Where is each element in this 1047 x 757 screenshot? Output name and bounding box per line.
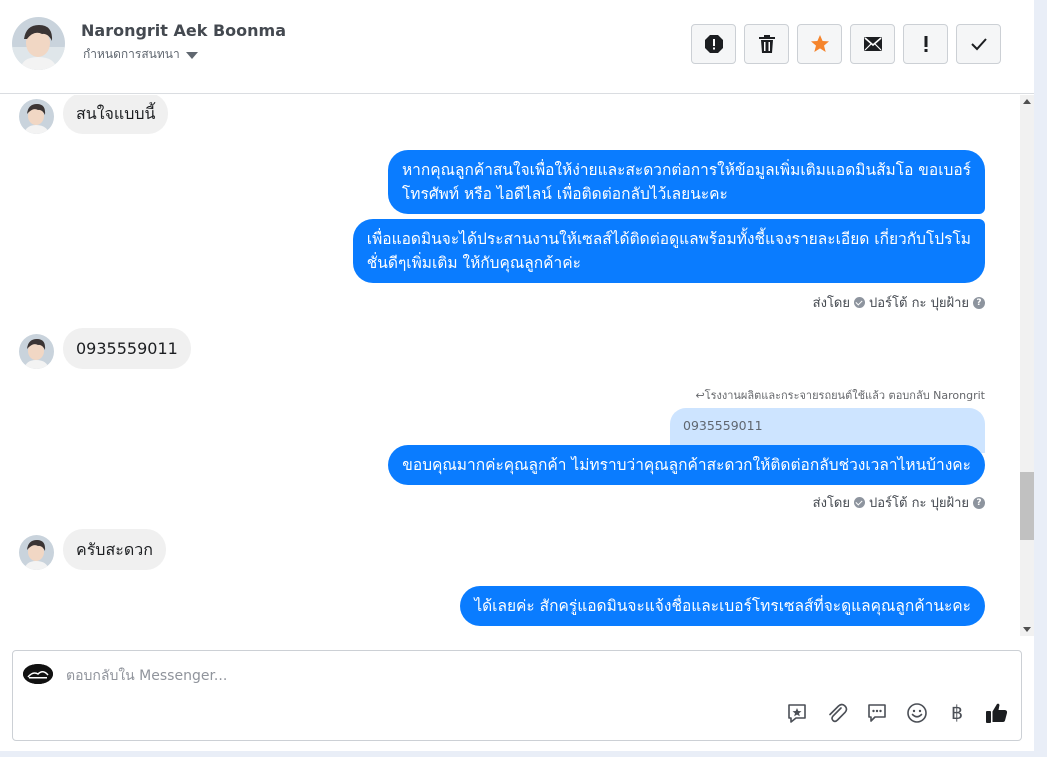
chevron-down-icon <box>185 52 198 59</box>
message-line: ชั่นดีๆเพิ่มเติม ให้กับคุณลูกค้าค่ะ <box>366 254 581 272</box>
alert-circle-icon <box>704 35 723 53</box>
message-line: เพื่อแอดมินจะได้ประสานงานให้เซลส์ได้ติดต… <box>366 230 971 248</box>
verified-check-icon <box>854 297 865 308</box>
scroll-thumb[interactable] <box>1020 472 1034 540</box>
outgoing-message: ขอบคุณมากค่ะคุณลูกค้า ไม่ทราบว่าคุณลูกค้… <box>388 445 985 485</box>
baht-icon: ฿ <box>950 702 964 724</box>
envelope-icon <box>863 37 882 51</box>
incoming-message: ครับสะดวก <box>63 529 166 570</box>
conversation-header: Narongrit Aek Boonma กำหนดการสนทนา <box>0 0 1034 94</box>
sent-by-info: ส่งโดย ปอร์โต้ กะ ปุยฝ้าย ? <box>813 292 985 313</box>
window-edge <box>1034 0 1047 757</box>
delete-button[interactable] <box>744 24 789 64</box>
like-button[interactable] <box>985 701 1009 725</box>
contact-avatar-small <box>19 99 54 134</box>
attach-button[interactable] <box>825 701 849 725</box>
quick-reply-button[interactable] <box>865 701 889 725</box>
star-button[interactable] <box>797 24 842 64</box>
mark-unread-button[interactable] <box>850 24 895 64</box>
page-logo <box>23 664 53 684</box>
incoming-message: สนใจแบบนี้ <box>63 95 169 134</box>
star-icon <box>810 35 829 52</box>
header-actions <box>691 24 1001 64</box>
trash-icon <box>758 35 775 53</box>
scroll-up-arrow-icon[interactable] <box>1023 99 1031 104</box>
reply-composer: ฿ <box>12 650 1022 741</box>
mark-done-button[interactable] <box>956 24 1001 64</box>
conversation-settings-label: กำหนดการสนทนา <box>83 47 180 61</box>
contact-avatar-small <box>19 334 54 369</box>
sent-by-label: ส่งโดย <box>812 296 850 311</box>
follow-up-button[interactable] <box>903 24 948 64</box>
scroll-down-arrow-icon[interactable] <box>1023 627 1031 632</box>
sent-by-info: ส่งโดย ปอร์โต้ กะ ปุยฝ้าย ? <box>813 492 985 513</box>
message-line: โทรศัพท์ หรือ ไอดีไลน์ เพื่อติดต่อกลับไว… <box>401 185 728 203</box>
help-icon[interactable]: ? <box>973 496 985 509</box>
outgoing-message: เพื่อแอดมินจะได้ประสานงานให้เซลส์ได้ติดต… <box>352 219 985 283</box>
chat-bubble-icon <box>868 704 886 722</box>
sent-by-label: ส่งโดย <box>812 496 850 511</box>
message-thread: สนใจแบบนี้ หากคุณลูกค้าสนใจเพื่อให้ง่ายแ… <box>0 95 1020 636</box>
saved-reply-icon <box>788 704 806 723</box>
thumbs-up-icon <box>986 703 1008 723</box>
help-icon[interactable]: ? <box>973 296 985 309</box>
outgoing-message: ได้เลยค่ะ สักครู่แอดมินจะแจ้งชื่อและเบอร… <box>460 586 985 626</box>
window-bottom-edge <box>0 751 1047 757</box>
sender-name: ปอร์โต้ กะ ปุยฝ้าย <box>869 496 969 511</box>
contact-name: Narongrit Aek Boonma <box>81 21 286 40</box>
message-line: หากคุณลูกค้าสนใจเพื่อให้ง่ายและสะดวกต่อก… <box>401 161 971 179</box>
paperclip-icon <box>829 703 848 723</box>
reply-note: ↩โรงงานผลิตและกระจายรถยนต์ใช้แล้ว ตอบกลั… <box>695 386 985 404</box>
exclamation-icon <box>924 36 927 52</box>
spam-button[interactable] <box>691 24 736 64</box>
reply-input[interactable] <box>66 665 666 687</box>
saved-reply-button[interactable] <box>785 701 809 725</box>
verified-check-icon <box>854 497 865 508</box>
reply-arrow-icon: ↩ <box>695 389 705 402</box>
contact-avatar-small <box>19 535 54 570</box>
payment-button[interactable]: ฿ <box>945 701 969 725</box>
thread-scrollbar[interactable] <box>1020 95 1034 636</box>
sender-name: ปอร์โต้ กะ ปุยฝ้าย <box>869 296 969 311</box>
conversation-settings-dropdown[interactable]: กำหนดการสนทนา <box>83 45 198 64</box>
check-icon <box>970 38 987 51</box>
contact-avatar[interactable] <box>12 17 65 70</box>
incoming-message: 0935559011 <box>63 328 191 369</box>
composer-tools: ฿ <box>785 701 1009 725</box>
emoji-button[interactable] <box>905 701 929 725</box>
outgoing-message: หากคุณลูกค้าสนใจเพื่อให้ง่ายและสะดวกต่อก… <box>387 150 985 214</box>
emoji-icon <box>907 703 927 723</box>
reply-note-text: โรงงานผลิตและกระจายรถยนต์ใช้แล้ว ตอบกลับ… <box>704 389 985 402</box>
